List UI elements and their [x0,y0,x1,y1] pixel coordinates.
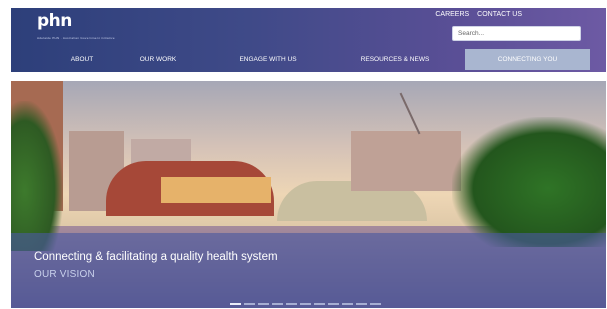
slider-dot[interactable] [272,303,283,305]
hero-tagline: Connecting & facilitating a quality heal… [34,251,278,263]
slider-dot[interactable] [356,303,367,305]
main-nav: ABOUT OUR WORK ENGAGE WITH US RESOURCES … [11,49,606,70]
slider-dot[interactable] [286,303,297,305]
slider-dot[interactable] [230,303,241,305]
building-shape [351,131,461,191]
nav-item-resources-news[interactable]: RESOURCES & NEWS [350,49,440,70]
page-frame: phn Adelaide PHN · Australian Government… [11,8,606,308]
search-input[interactable] [452,26,581,41]
slider-dot[interactable] [300,303,311,305]
tree-shape [11,101,63,251]
careers-link[interactable]: CAREERS [435,11,469,18]
our-vision-link[interactable]: OUR VISION [34,269,95,280]
building-shape [161,177,271,203]
slider-dot[interactable] [342,303,353,305]
tree-shape [452,117,606,247]
contact-us-link[interactable]: CONTACT US [477,11,522,18]
slider-dot[interactable] [244,303,255,305]
slider-dot[interactable] [370,303,381,305]
nav-item-engage-with-us[interactable]: ENGAGE WITH US [223,49,313,70]
hero-banner: Connecting & facilitating a quality heal… [11,81,606,308]
slider-dot[interactable] [258,303,269,305]
phn-logo[interactable]: phn Adelaide PHN · Australian Government… [37,12,115,40]
nav-item-about[interactable]: ABOUT [55,49,109,70]
nav-item-our-work[interactable]: OUR WORK [127,49,189,70]
site-header: phn Adelaide PHN · Australian Government… [11,8,606,72]
slider-pagination [230,303,381,305]
logo-tagline: Adelaide PHN · Australian Government ini… [37,36,115,40]
logo-text: phn [37,11,72,31]
hero-caption-overlay [11,233,606,308]
utility-links: CAREERS CONTACT US [429,11,522,18]
slider-dot[interactable] [314,303,325,305]
slider-dot[interactable] [328,303,339,305]
nav-item-connecting-you[interactable]: CONNECTING YOU [465,49,590,70]
